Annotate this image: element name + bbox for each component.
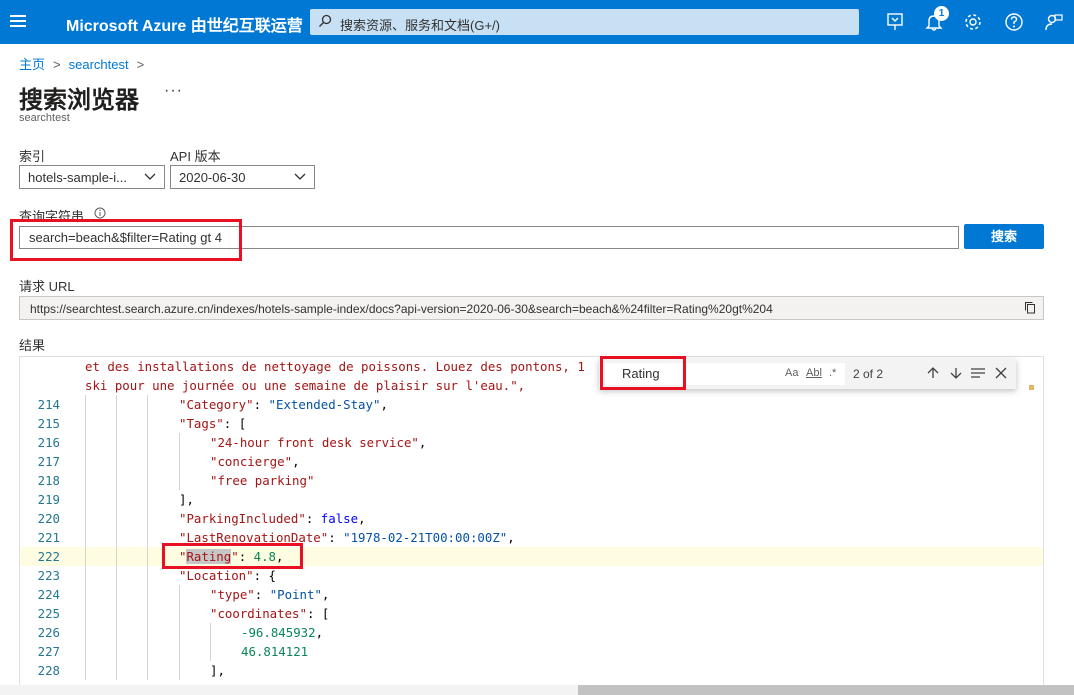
arrow-down-icon[interactable]	[949, 366, 963, 380]
scrollbar-match-marker	[1029, 385, 1034, 390]
horizontal-scrollbar-thumb[interactable]	[578, 685, 1074, 695]
more-options-button[interactable]: ···	[164, 82, 183, 100]
chevron-down-icon	[144, 173, 156, 180]
menu-icon[interactable]	[10, 12, 30, 32]
json-value: "1978-02-21T00:00:00Z"	[343, 530, 508, 545]
json-value: [	[321, 606, 330, 621]
code-text: et des installations de nettoyage de poi…	[85, 359, 585, 374]
editor-line: 214 "Category": "Extended-Stay",	[20, 395, 1043, 414]
index-dropdown-value: hotels-sample-i...	[28, 170, 127, 185]
page-title: 搜索浏览器	[19, 87, 139, 114]
search-placeholder: 搜索资源、服务和文档(G+/)	[340, 18, 500, 33]
api-version-label: API 版本	[170, 149, 221, 164]
json-key: "Tags"	[179, 416, 224, 431]
json-value: "Extended-Stay"	[268, 397, 381, 412]
json-value: -96.845932	[241, 625, 316, 640]
notification-count-badge: 1	[934, 6, 949, 21]
match-case-toggle[interactable]: Aa	[785, 367, 798, 379]
line-number: 219	[37, 492, 60, 507]
close-icon[interactable]	[995, 366, 1007, 380]
breadcrumb-separator: >	[136, 57, 145, 72]
json-value: "Point"	[269, 587, 322, 602]
line-number: 221	[37, 530, 60, 545]
json-key: "coordinates"	[210, 606, 307, 621]
line-number: 226	[37, 625, 60, 640]
results-editor[interactable]: et des installations de nettoyage de poi…	[19, 356, 1044, 686]
search-icon	[319, 14, 332, 27]
line-number: 217	[37, 454, 60, 469]
json-key: "Location"	[179, 568, 254, 583]
arrow-up-icon[interactable]	[926, 366, 940, 380]
json-value: 46.814121	[241, 644, 309, 659]
help-icon[interactable]	[1004, 12, 1024, 32]
editor-line: 216 "24-hour front desk service",	[20, 433, 1043, 452]
json-value: "concierge"	[210, 454, 293, 469]
find-in-selection-icon[interactable]	[970, 366, 986, 380]
results-label: 结果	[19, 338, 46, 353]
info-icon[interactable]	[94, 207, 106, 219]
json-key: "type"	[210, 587, 255, 602]
editor-line: 225 "coordinates": [	[20, 604, 1043, 623]
line-number: 216	[37, 435, 60, 450]
json-value: ],	[210, 663, 225, 678]
match-count: 2 of 2	[853, 367, 884, 381]
line-number: 223	[37, 568, 60, 583]
feedback-icon[interactable]	[1044, 12, 1064, 32]
breadcrumb: 主页 > searchtest >	[19, 54, 152, 73]
line-number: 222	[37, 549, 60, 564]
find-highlight-box	[600, 356, 686, 390]
line-number: 224	[37, 587, 60, 602]
code-text: ski pour une journée ou une semaine de p…	[85, 378, 526, 393]
json-key: "Category"	[179, 397, 254, 412]
json-value: "free parking"	[210, 473, 315, 488]
line-number: 214	[37, 397, 60, 412]
page-subtitle: searchtest	[19, 112, 70, 124]
editor-line: 228],	[20, 661, 1043, 680]
breadcrumb-searchtest-link[interactable]: searchtest	[69, 57, 129, 72]
line-number: 215	[37, 416, 60, 431]
top-navigation-bar: Microsoft Azure 由世纪互联运营 搜索资源、服务和文档(G+/) …	[0, 0, 1074, 44]
index-dropdown[interactable]: hotels-sample-i...	[19, 165, 165, 189]
request-url-label: 请求 URL	[19, 279, 75, 294]
json-value: false	[320, 511, 359, 526]
editor-line: 219],	[20, 490, 1043, 509]
editor-line: 220 "ParkingIncluded": false,	[20, 509, 1043, 528]
json-key: "ParkingIncluded"	[179, 511, 306, 526]
editor-line: 217 "concierge",	[20, 452, 1043, 471]
index-label: 索引	[19, 149, 46, 164]
portal-brand[interactable]: Microsoft Azure 由世纪互联运营	[66, 12, 303, 36]
rating-highlight-box	[162, 543, 303, 569]
json-value: ],	[179, 492, 194, 507]
line-number: 220	[37, 511, 60, 526]
line-number: 228	[37, 663, 60, 678]
breadcrumb-separator: >	[53, 57, 61, 72]
line-number: 218	[37, 473, 60, 488]
editor-line: 224 "type": "Point",	[20, 585, 1043, 604]
breadcrumb-home-link[interactable]: 主页	[19, 57, 45, 72]
request-url-field[interactable]: https://searchtest.search.azure.cn/index…	[19, 296, 1044, 320]
editor-line: 215 "Tags": [	[20, 414, 1043, 433]
editor-line: 226 -96.845932,	[20, 623, 1043, 642]
whole-word-toggle[interactable]: Abl	[806, 367, 822, 379]
global-search-input[interactable]: 搜索资源、服务和文档(G+/)	[310, 9, 859, 35]
query-highlight-box	[10, 219, 242, 261]
line-number: 225	[37, 606, 60, 621]
search-button[interactable]: 搜索	[964, 224, 1044, 249]
json-value: {	[268, 568, 276, 583]
editor-line: 227 46.814121	[20, 642, 1043, 661]
copy-icon[interactable]	[1024, 301, 1036, 314]
json-value: [	[238, 416, 247, 431]
cloud-shell-icon[interactable]	[885, 12, 905, 32]
line-number: 227	[37, 644, 60, 659]
regex-toggle[interactable]: .*	[829, 367, 836, 379]
gear-icon[interactable]	[963, 12, 983, 32]
api-version-dropdown[interactable]: 2020-06-30	[170, 165, 315, 189]
chevron-down-icon	[294, 173, 306, 180]
api-version-dropdown-value: 2020-06-30	[179, 170, 246, 185]
editor-line: 218 "free parking"	[20, 471, 1043, 490]
json-value: "24-hour front desk service"	[210, 435, 419, 450]
